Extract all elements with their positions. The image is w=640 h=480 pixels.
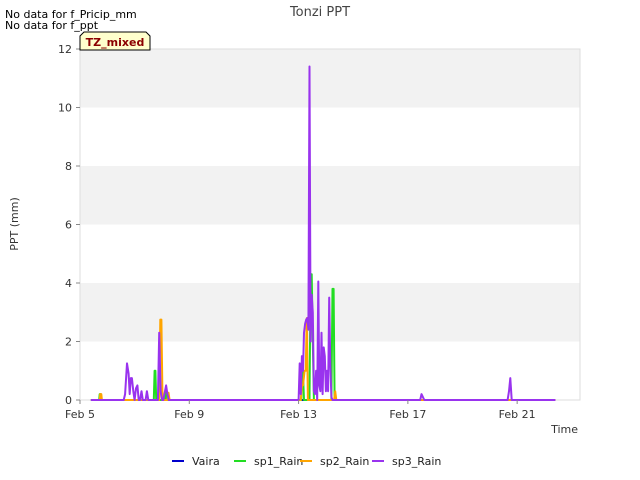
y-tick-label: 10 — [58, 102, 72, 115]
legend-label: sp2_Rain — [320, 455, 369, 468]
tz-badge: TZ_mixed — [79, 31, 151, 51]
x-tick-label: Feb 21 — [499, 408, 536, 421]
y-axis-title: PPT (mm) — [8, 197, 21, 251]
legend-label: sp3_Rain — [392, 455, 441, 468]
x-tick-label: Feb 5 — [65, 408, 95, 421]
chart-title: Tonzi PPT — [289, 5, 350, 20]
ppt-chart: Feb 5 Feb 9 Feb 13 Feb 17 Feb 21 0 2 4 6 8 10 12 T… — [5, 5, 581, 468]
x-tick-label: Feb 9 — [174, 408, 204, 421]
y-tick-label: 4 — [65, 277, 72, 290]
grid-band — [80, 107, 580, 166]
y-tick-label: 8 — [65, 160, 72, 173]
x-axis: Feb 5 Feb 9 Feb 13 Feb 17 Feb 21 — [65, 400, 536, 421]
y-tick-label: 12 — [58, 43, 72, 56]
legend-label: Vaira — [192, 455, 220, 468]
grid-band — [80, 224, 580, 283]
y-tick-label: 2 — [65, 336, 72, 349]
x-axis-title: Time — [550, 423, 578, 436]
no-data-note-2: No data for f_ppt — [5, 19, 99, 32]
x-tick-label: Feb 17 — [389, 408, 426, 421]
badge-label: TZ_mixed — [86, 36, 145, 49]
legend: Vaira sp1_Rain sp2_Rain sp3_Rain — [172, 455, 441, 468]
y-tick-label: 6 — [65, 219, 72, 232]
y-axis: 0 2 4 6 8 10 12 — [58, 43, 80, 407]
y-tick-label: 0 — [65, 394, 72, 407]
legend-label: sp1_Rain — [254, 455, 303, 468]
grid-band — [80, 49, 580, 108]
x-tick-label: Feb 13 — [280, 408, 317, 421]
grid-band — [80, 166, 580, 225]
